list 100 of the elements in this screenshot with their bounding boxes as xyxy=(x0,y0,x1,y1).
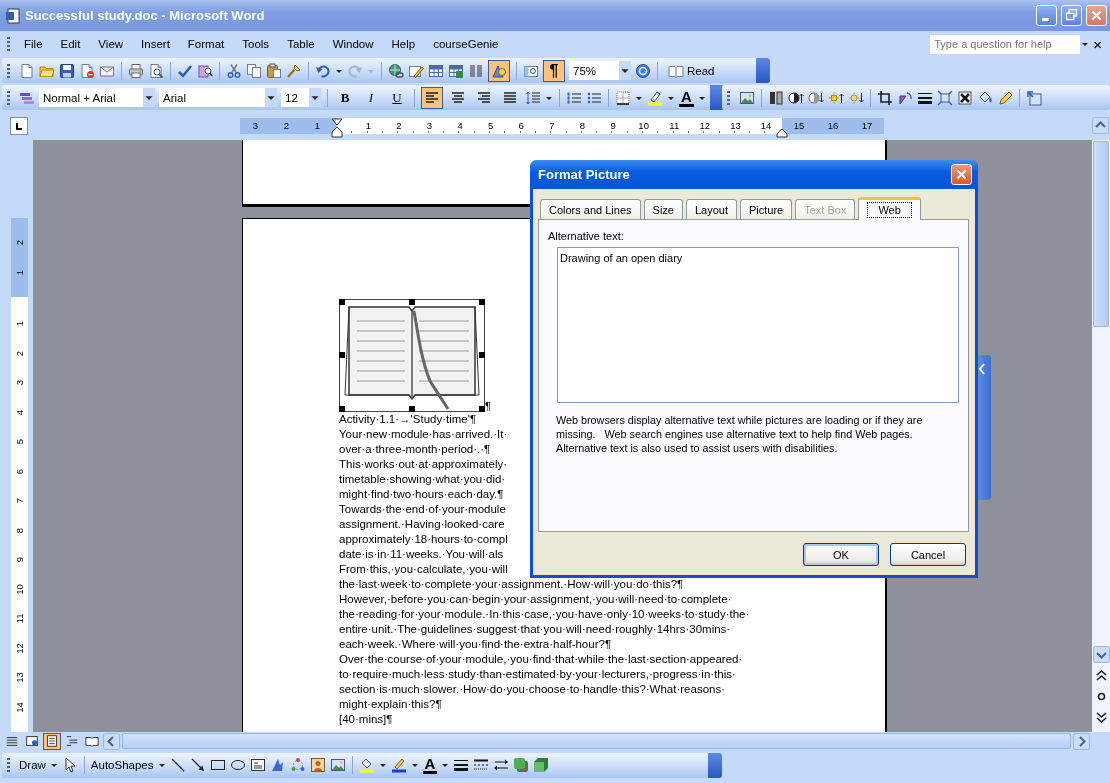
menu-item[interactable]: Insert xyxy=(132,36,179,52)
arrow-icon[interactable] xyxy=(189,757,206,773)
selection-handle[interactable] xyxy=(339,406,345,412)
selection-handle[interactable] xyxy=(339,352,345,358)
undo-icon[interactable] xyxy=(315,62,331,79)
dialog-tab[interactable]: Picture xyxy=(740,199,793,219)
caret-icon[interactable] xyxy=(143,88,155,107)
dialog-tab[interactable]: Size xyxy=(643,199,683,219)
selection-handle[interactable] xyxy=(409,406,415,412)
columns-icon[interactable] xyxy=(468,62,484,79)
italic-button[interactable]: I xyxy=(360,86,382,109)
help-search-field[interactable]: Type a question for help xyxy=(929,33,1082,55)
draw-menu[interactable]: Draw xyxy=(19,759,46,771)
spreadsheet-icon[interactable] xyxy=(448,62,464,79)
brightness-up-icon[interactable] xyxy=(828,89,844,106)
copy-icon[interactable] xyxy=(246,62,262,79)
highlighter-icon[interactable] xyxy=(647,89,663,106)
style-dropdown[interactable]: Normal + Arial xyxy=(39,88,155,107)
scroll-up-button[interactable] xyxy=(1092,117,1109,134)
cube-icon[interactable] xyxy=(533,757,550,773)
show-marks-button[interactable]: ¶ xyxy=(543,59,565,82)
toolbar-options-button[interactable] xyxy=(709,85,724,110)
indent-marker-icon[interactable] xyxy=(331,117,343,138)
printer-icon[interactable] xyxy=(128,62,144,79)
close-button[interactable] xyxy=(951,164,972,185)
scroll-right-button[interactable] xyxy=(1073,732,1090,750)
align-left-button[interactable] xyxy=(421,86,443,109)
border-icon[interactable] xyxy=(615,89,631,106)
menu-item[interactable]: Help xyxy=(382,36,425,52)
close-document-button[interactable]: × xyxy=(1093,35,1102,53)
underline-button[interactable]: U xyxy=(386,86,408,109)
contrast-down-icon[interactable] xyxy=(808,89,824,106)
text-wrap-icon[interactable] xyxy=(957,89,973,106)
font-color-button[interactable]: A xyxy=(422,756,438,774)
caret-icon[interactable] xyxy=(309,88,321,107)
brush-icon[interactable] xyxy=(286,62,302,79)
swoosh-icon[interactable] xyxy=(269,757,286,773)
font-color-button[interactable]: A xyxy=(679,88,694,107)
menu-item[interactable]: Table xyxy=(278,36,324,52)
read-button[interactable]: Read xyxy=(664,59,719,82)
clipboard-icon[interactable] xyxy=(266,62,282,79)
crop-icon[interactable] xyxy=(877,89,893,106)
chevron-icon[interactable] xyxy=(978,363,986,375)
line-icon[interactable] xyxy=(169,757,186,773)
scroll-thumb[interactable] xyxy=(1093,141,1109,327)
reset-picture-icon[interactable] xyxy=(1026,89,1042,106)
caret-icon[interactable] xyxy=(619,61,631,80)
menu-item[interactable]: File xyxy=(15,36,52,52)
font-dropdown[interactable]: Arial xyxy=(159,88,277,107)
rectangle-icon[interactable] xyxy=(209,757,226,773)
oval-icon[interactable] xyxy=(229,757,246,773)
menu-item[interactable]: View xyxy=(89,36,133,52)
help-icon[interactable] xyxy=(635,62,651,79)
landscape-icon[interactable] xyxy=(329,757,346,773)
menu-item[interactable]: Format xyxy=(178,36,234,52)
horizontal-scrollbar[interactable] xyxy=(122,733,1071,749)
autoshapes-menu[interactable]: AutoShapes xyxy=(90,759,154,771)
page-icon[interactable] xyxy=(19,62,35,79)
selection-handle[interactable] xyxy=(339,299,345,305)
menu-item[interactable]: Edit xyxy=(51,36,90,52)
line-style-icon[interactable] xyxy=(453,757,470,773)
landscape-icon[interactable] xyxy=(739,89,755,106)
brightness-down-icon[interactable] xyxy=(848,89,864,106)
color-bars-icon[interactable] xyxy=(768,89,784,106)
cancel-button[interactable]: Cancel xyxy=(890,543,966,566)
selection-handle[interactable] xyxy=(409,299,415,305)
menu-item[interactable]: courseGenie xyxy=(424,36,508,52)
document-icon[interactable] xyxy=(79,62,95,79)
selection-handle[interactable] xyxy=(479,299,485,305)
dialog-tab[interactable]: Colors and Lines xyxy=(540,199,641,219)
table-icon[interactable] xyxy=(428,62,444,79)
compress-icon[interactable] xyxy=(937,89,953,106)
ok-button[interactable]: OK xyxy=(803,543,879,566)
tab-stop-icon[interactable] xyxy=(10,116,28,135)
dialog-tab[interactable]: Layout xyxy=(685,199,737,219)
pen-icon[interactable] xyxy=(997,89,1013,106)
line-spacing-icon[interactable] xyxy=(525,89,541,106)
print-layout-button[interactable] xyxy=(43,732,61,750)
minimize-button[interactable] xyxy=(1036,5,1057,26)
caret-icon[interactable] xyxy=(265,88,277,107)
print-preview-icon[interactable] xyxy=(148,62,164,79)
menu-item[interactable]: Window xyxy=(323,36,383,52)
text-box-icon[interactable] xyxy=(249,757,266,773)
fill-color-icon[interactable] xyxy=(358,757,375,773)
book-icon[interactable] xyxy=(197,62,213,79)
alternative-text-field[interactable]: Drawing of an open diary xyxy=(557,247,959,403)
font-size-dropdown[interactable]: 12 xyxy=(281,88,321,107)
contrast-up-icon[interactable] xyxy=(788,89,804,106)
menu-item[interactable]: Tools xyxy=(233,36,279,52)
line-color-icon[interactable] xyxy=(390,757,407,773)
globe-icon[interactable] xyxy=(388,62,404,79)
arrow-style-icon[interactable] xyxy=(493,757,510,773)
zoom-dropdown[interactable]: 75% xyxy=(569,61,631,80)
diagram-icon[interactable] xyxy=(289,757,306,773)
scroll-down-button[interactable] xyxy=(1092,646,1110,663)
scroll-left-button[interactable] xyxy=(103,732,120,750)
selection-handle[interactable] xyxy=(479,406,485,412)
dialog-tab[interactable]: Web xyxy=(858,197,921,220)
dash-style-icon[interactable] xyxy=(473,757,490,773)
restore-button[interactable] xyxy=(1061,5,1082,26)
